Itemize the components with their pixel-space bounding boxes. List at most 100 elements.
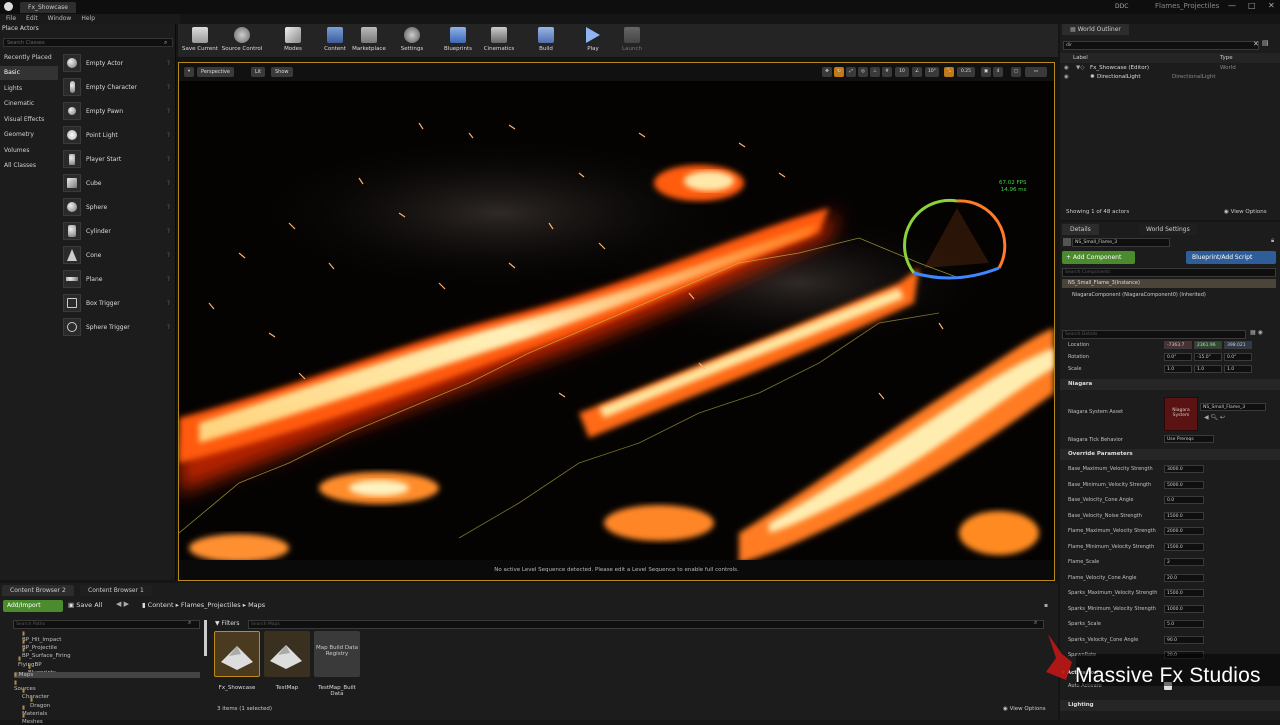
tick-behavior-dropdown[interactable]: Use Prereqs <box>1164 435 1214 443</box>
search-classes-input[interactable]: Search Classes <box>3 38 173 47</box>
component-row[interactable]: NiagaraComponent (NiagaraComponent0) (In… <box>1072 292 1206 298</box>
scale-z[interactable]: 1.0 <box>1224 365 1252 373</box>
scale-snap-value[interactable]: 0.25 <box>957 67 975 77</box>
tree-folder[interactable]: ▮ Meshes <box>22 713 43 725</box>
layout-icon[interactable]: ▭ <box>1025 67 1047 77</box>
help-icon[interactable]: ? <box>167 132 170 139</box>
category-volumes[interactable]: Volumes <box>0 144 58 158</box>
modes-button[interactable]: Modes <box>271 26 315 56</box>
help-icon[interactable]: ? <box>167 324 170 331</box>
help-icon[interactable]: ? <box>167 204 170 211</box>
ddc-indicator[interactable]: DDC <box>1115 3 1128 10</box>
col-label[interactable]: Label <box>1073 55 1088 61</box>
help-icon[interactable]: ? <box>167 252 170 259</box>
actor-sphere[interactable]: Sphere? <box>60 196 174 218</box>
param-value-input[interactable]: 2000.0 <box>1164 527 1204 535</box>
save-all-button[interactable]: ▣ Save All <box>68 601 102 609</box>
param-value-input[interactable]: 1000.0 <box>1164 605 1204 613</box>
actor-cone[interactable]: Cone? <box>60 244 174 266</box>
asset-testmap-built-data[interactable]: Map Build Data Registry <box>314 631 360 677</box>
level-viewport[interactable]: ▾ Perspective Lit Show ✥ ↻ ⤢ ◎ ⊥ # 10 ∠ … <box>178 62 1055 581</box>
actor-point-light[interactable]: Point Light? <box>60 124 174 146</box>
actor-box-trigger[interactable]: Box Trigger? <box>60 292 174 314</box>
help-icon[interactable]: ? <box>167 228 170 235</box>
system-asset-dropdown[interactable]: NS_Small_Flame_3 <box>1200 403 1266 411</box>
blueprint-add-script-button[interactable]: Blueprint/Add Script <box>1186 251 1276 264</box>
help-icon[interactable]: ? <box>167 180 170 187</box>
close-icon[interactable]: ✕ <box>1268 1 1275 10</box>
actor-empty-actor[interactable]: Empty Actor? <box>60 52 174 74</box>
place-actors-tab[interactable]: Place Actors <box>2 25 39 32</box>
location-z[interactable]: 398.021 <box>1224 341 1252 349</box>
eye-icon[interactable]: ◉ <box>1064 65 1069 71</box>
search-details-input[interactable]: Search Details <box>1062 330 1246 339</box>
clear-search-icon[interactable]: ✕ <box>1253 40 1259 48</box>
perspective-button[interactable]: Perspective <box>197 67 234 77</box>
scale-snap-icon[interactable]: ⤡ <box>944 67 954 77</box>
outliner-search-input[interactable]: dir <box>1063 41 1259 50</box>
breadcrumb-content[interactable]: Content <box>148 601 174 609</box>
location-x[interactable]: -7363.7 <box>1164 341 1192 349</box>
grid-snap-icon[interactable]: # <box>882 67 892 77</box>
lit-button[interactable]: Lit <box>251 67 266 77</box>
help-icon[interactable]: ? <box>167 276 170 283</box>
view-options-button[interactable]: ◉ View Options <box>1224 209 1267 215</box>
override-parameters-section[interactable]: Override Parameters <box>1060 449 1280 460</box>
lock-icon[interactable]: 🔒︎ <box>1271 237 1274 245</box>
menu-window[interactable]: Window <box>48 14 72 24</box>
category-visual-effects[interactable]: Visual Effects <box>0 113 58 127</box>
actor-empty-character[interactable]: Empty Character? <box>60 76 174 98</box>
translate-tool-icon[interactable]: ✥ <box>822 67 832 77</box>
details-tab[interactable]: Details <box>1062 224 1099 235</box>
rotation-x[interactable]: 0.0° <box>1164 353 1192 361</box>
menu-edit[interactable]: Edit <box>26 14 38 24</box>
surface-snap-icon[interactable]: ⊥ <box>870 67 880 77</box>
camera-speed-icon[interactable]: ▣ <box>981 67 991 77</box>
help-icon[interactable]: ? <box>167 60 170 67</box>
help-icon[interactable]: ? <box>167 300 170 307</box>
add-import-button[interactable]: Add/Import <box>3 600 63 612</box>
tree-folder[interactable]: ▮ Maps <box>14 672 200 678</box>
lock-icon[interactable]: ▪ <box>1044 602 1048 609</box>
cinematics-button[interactable]: Cinematics <box>477 26 521 56</box>
blueprints-button[interactable]: Blueprints <box>436 26 480 56</box>
col-type[interactable]: Type <box>1220 55 1233 61</box>
breadcrumb-maps[interactable]: Maps <box>248 601 265 609</box>
scale-label[interactable]: Scale <box>1068 366 1081 372</box>
actor-empty-pawn[interactable]: Empty Pawn? <box>60 100 174 122</box>
world-outliner-tab[interactable]: ▦ World Outliner <box>1062 24 1129 35</box>
maximize-viewport-icon[interactable]: □ <box>1011 67 1021 77</box>
settings-button[interactable]: Settings <box>390 26 434 56</box>
menu-help[interactable]: Help <box>81 14 95 24</box>
niagara-section[interactable]: Niagara <box>1060 379 1280 390</box>
maximize-icon[interactable]: □ <box>1248 1 1256 10</box>
source-control-button[interactable]: Source Control <box>220 26 264 56</box>
asset-browse-icons[interactable]: ◀ 🔍︎ ↩ <box>1204 414 1225 421</box>
launch-button[interactable]: Launch <box>610 26 654 56</box>
category-basic[interactable]: Basic <box>0 66 58 80</box>
build-button[interactable]: Build <box>524 26 568 56</box>
outliner-row[interactable]: ◉ ✺ DirectionalLight DirectionalLight <box>1060 73 1280 82</box>
param-value-input[interactable]: 1500.0 <box>1164 512 1204 520</box>
location-label[interactable]: Location <box>1068 342 1089 348</box>
param-value-input[interactable]: 1500.0 <box>1164 543 1204 551</box>
actor-plane[interactable]: Plane? <box>60 268 174 290</box>
world-space-icon[interactable]: ◎ <box>858 67 868 77</box>
help-icon[interactable]: ? <box>167 84 170 91</box>
add-component-button[interactable]: + Add Component <box>1062 251 1135 264</box>
play-button[interactable]: Play <box>571 26 615 56</box>
rotation-snap-value[interactable]: 10° <box>925 67 939 77</box>
outliner-options-icon[interactable]: ▤ <box>1262 39 1269 47</box>
nav-back-forward-icons[interactable]: ◀ ▶ <box>116 600 129 608</box>
search-maps-input[interactable]: Search Maps <box>248 620 1044 629</box>
category-recently-placed[interactable]: Recently Placed <box>0 51 58 65</box>
asset-fx-showcase[interactable] <box>214 631 260 677</box>
filters-button[interactable]: ▼ Filters <box>215 620 240 627</box>
camera-speed-value[interactable]: 4 <box>993 67 1003 77</box>
rotate-tool-icon[interactable]: ↻ <box>834 67 844 77</box>
breadcrumb-flames-projectiles[interactable]: Flames_Projectiles <box>181 601 241 609</box>
rotation-z[interactable]: 0.0° <box>1224 353 1252 361</box>
eye-icon[interactable]: ◉ <box>1064 74 1069 80</box>
actor-cube[interactable]: Cube? <box>60 172 174 194</box>
tree-splitter[interactable] <box>204 620 207 656</box>
